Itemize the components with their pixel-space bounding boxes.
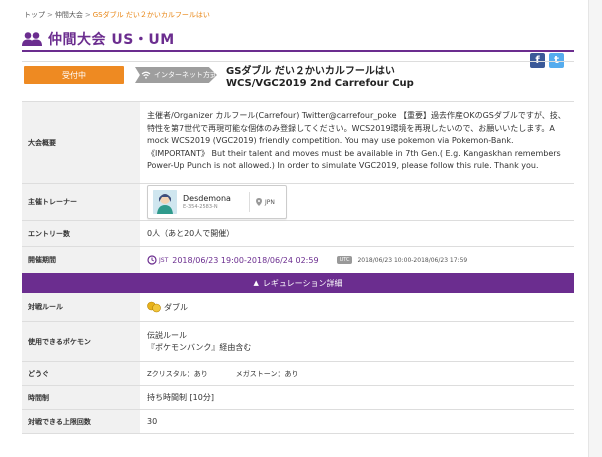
limit-row: 対戦できる上限回数 30 xyxy=(22,410,574,434)
mega-stone-rule: メガストーン：あり xyxy=(235,369,299,378)
overview-row: 大会概要 主催者/Organizer カルフール(Carrefour) Twit… xyxy=(22,102,574,184)
double-battle-icon xyxy=(147,301,161,313)
entries-value: 0人（あと20人で開催） xyxy=(147,229,235,238)
regulation-label: レギュレーション詳細 xyxy=(262,278,343,288)
page-header: 仲間大会 US・UM xyxy=(22,28,574,50)
overview-label: 大会概要 xyxy=(22,102,140,183)
scrollbar[interactable] xyxy=(588,0,602,457)
items-value: Zクリスタル：あり メガストーン：あり xyxy=(140,362,574,385)
rule-row: 対戦ルール ダブル xyxy=(22,293,574,322)
trainer-name: Desdemona xyxy=(183,194,231,203)
breadcrumb-separator: > xyxy=(84,11,91,19)
location-pin-icon xyxy=(256,198,262,206)
utc-badge: UTC xyxy=(336,256,353,264)
network-badge: インターネット方式 xyxy=(135,67,217,83)
period-jst: 2018/06/23 19:00-2018/06/24 02:59 xyxy=(172,255,319,265)
limit-label: 対戦できる上限回数 xyxy=(22,410,140,433)
trainer-card[interactable]: Desdemona E-354-2583-N JPN xyxy=(147,185,287,219)
time-row: 時間制 持ち時間制 [10分] xyxy=(22,386,574,410)
pokemon-value: 伝説ルール 『ポケモンバンク』経由含む xyxy=(140,322,574,361)
trainer-region: JPN xyxy=(249,192,275,212)
event-title-line1: GSダブル だい２かいカルフールはい xyxy=(226,66,395,77)
event-title-line2: WCS/VGC2019 2nd Carrefour Cup xyxy=(226,78,414,89)
event-title: GSダブル だい２かいカルフールはい WCS/VGC2019 2nd Carre… xyxy=(226,66,414,90)
period-row: 開催期間 JST 2018/06/23 19:00-2018/06/24 02:… xyxy=(22,247,574,273)
rule-value: ダブル xyxy=(140,293,574,321)
wifi-icon xyxy=(141,71,151,79)
pokemon-rule-line1: 伝説ルール xyxy=(147,330,187,340)
breadcrumb: トップ > 仲間大会 > GSダブル だい２かいカルフールはい xyxy=(24,10,210,20)
breadcrumb-separator: > xyxy=(47,11,53,19)
organizer-row: 主催トレーナー Desdemona E-354-2583-N JPN xyxy=(22,184,574,221)
period-value: JST 2018/06/23 19:00-2018/06/24 02:59 UT… xyxy=(140,247,574,273)
items-label: どうぐ xyxy=(22,362,140,385)
page-title: 仲間大会 US・UM xyxy=(48,32,175,48)
organizer-value: Desdemona E-354-2583-N JPN xyxy=(140,184,574,220)
chevron-up-icon: ▲ xyxy=(253,279,259,287)
time-label: 時間制 xyxy=(22,386,140,409)
time-value: 持ち時間制 [10分] xyxy=(147,393,214,402)
regulation-toggle-button[interactable]: ▲ レギュレーション詳細 xyxy=(22,273,574,293)
entries-row: エントリー数 0人（あと20人で開催） xyxy=(22,221,574,247)
period-utc: 2018/06/23 10:00-2018/06/23 17:59 xyxy=(357,256,468,264)
avatar xyxy=(153,190,177,214)
divider xyxy=(22,61,574,62)
breadcrumb-nakama[interactable]: 仲間大会 xyxy=(55,11,83,19)
organizer-label: 主催トレーナー xyxy=(22,184,140,220)
overview-text: 主催者/Organizer カルフール(Carrefour) Twitter@c… xyxy=(147,111,566,170)
pokemon-row: 使用できるポケモン 伝説ルール 『ポケモンバンク』経由含む xyxy=(22,322,574,362)
breadcrumb-top[interactable]: トップ xyxy=(24,11,45,19)
pokemon-rule-line2: 『ポケモンバンク』経由含む xyxy=(147,342,252,352)
period-label: 開催期間 xyxy=(22,247,140,273)
status-badge: 受付中 xyxy=(24,66,124,84)
clock-icon xyxy=(147,255,157,265)
jst-label: JST xyxy=(159,256,169,264)
limit-value: 30 xyxy=(147,417,158,426)
z-crystal-rule: Zクリスタル：あり xyxy=(147,369,208,378)
rule-label: 対戦ルール xyxy=(22,293,140,321)
trainer-info: Desdemona E-354-2583-N xyxy=(183,194,243,210)
pokemon-label: 使用できるポケモン xyxy=(22,322,140,361)
items-row: どうぐ Zクリスタル：あり メガストーン：あり xyxy=(22,362,574,386)
items-pair: Zクリスタル：あり メガストーン：あり xyxy=(147,369,326,379)
network-label: インターネット方式 xyxy=(154,71,217,79)
trainer-id: E-354-2583-N xyxy=(183,204,218,210)
users-icon xyxy=(22,32,42,46)
rule-text: ダブル xyxy=(164,302,188,312)
title-underline xyxy=(22,50,574,52)
entries-label: エントリー数 xyxy=(22,221,140,246)
breadcrumb-current: GSダブル だい２かいカルフールはい xyxy=(92,11,210,19)
trainer-region-label: JPN xyxy=(265,198,275,206)
avatar-icon xyxy=(153,190,177,214)
